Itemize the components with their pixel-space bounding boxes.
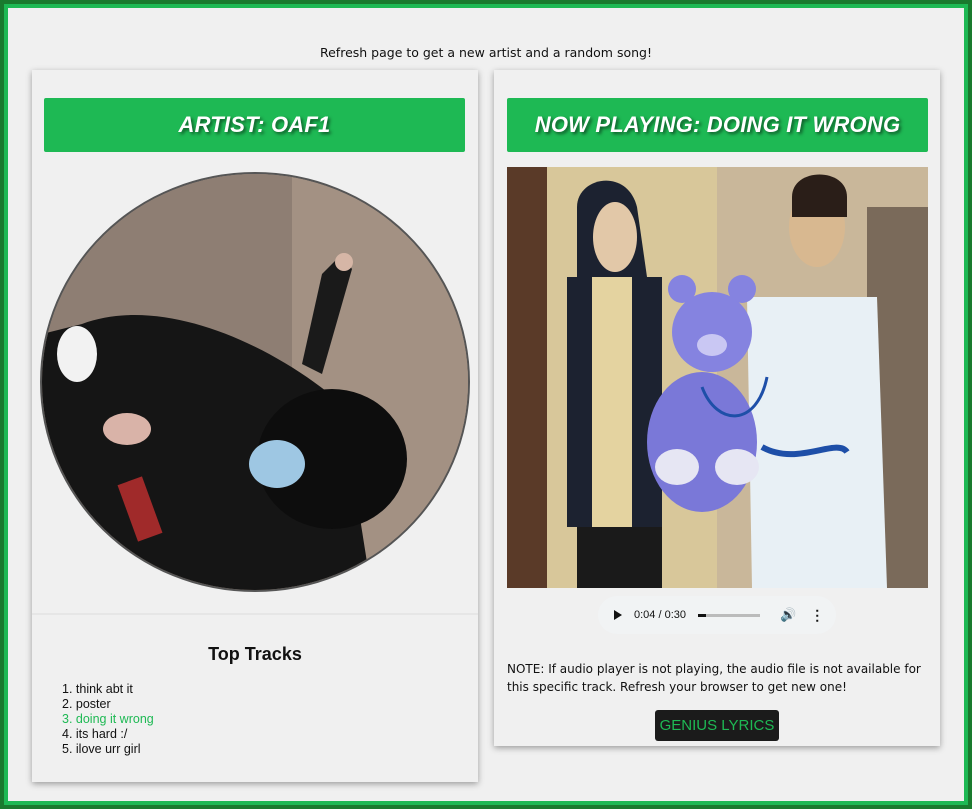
album-art [507, 167, 928, 588]
page-container: Refresh page to get a new artist and a r… [4, 4, 968, 805]
more-options-icon[interactable]: ⋮ [810, 607, 824, 624]
track-item[interactable]: 5. ilove urr girl [62, 742, 154, 757]
track-item-active[interactable]: 3. doing it wrong [62, 712, 154, 727]
artist-card: ARTIST: OAF1 Top Tracks 1. think abt it … [32, 70, 478, 782]
track-number: 1. [62, 682, 76, 696]
now-playing-banner: NOW PLAYING: DOING IT WRONG [507, 98, 928, 152]
audio-player[interactable]: 0:04 / 0:30 🔊 ⋮ [598, 596, 836, 634]
audio-progress-bar[interactable] [698, 613, 760, 617]
track-number: 4. [62, 727, 76, 741]
genius-lyrics-button[interactable]: GENIUS LYRICS [655, 710, 779, 741]
track-number: 2. [62, 697, 76, 711]
card-divider [32, 613, 478, 615]
track-item[interactable]: 1. think abt it [62, 682, 154, 697]
artist-banner: ARTIST: OAF1 [44, 98, 465, 152]
track-item[interactable]: 2. poster [62, 697, 154, 712]
artist-photo-image [42, 174, 468, 590]
album-art-image [507, 167, 928, 588]
top-tracks-list: 1. think abt it 2. poster 3. doing it wr… [62, 682, 154, 757]
audio-time: 0:04 / 0:30 [634, 609, 686, 621]
play-icon[interactable] [614, 610, 622, 620]
artist-photo [40, 172, 470, 592]
track-item[interactable]: 4. its hard :/ [62, 727, 154, 742]
top-tracks-title: Top Tracks [208, 644, 302, 664]
player-card: NOW PLAYING: DOING IT WRONG 0:04 / 0:30 … [494, 70, 940, 746]
refresh-note: Refresh page to get a new artist and a r… [319, 45, 652, 60]
volume-icon[interactable]: 🔊 [780, 607, 796, 623]
track-number: 3. [62, 712, 76, 726]
audio-progress-fill [698, 613, 707, 617]
audio-note: NOTE: If audio player is not playing, th… [507, 662, 921, 694]
track-number: 5. [62, 742, 76, 756]
